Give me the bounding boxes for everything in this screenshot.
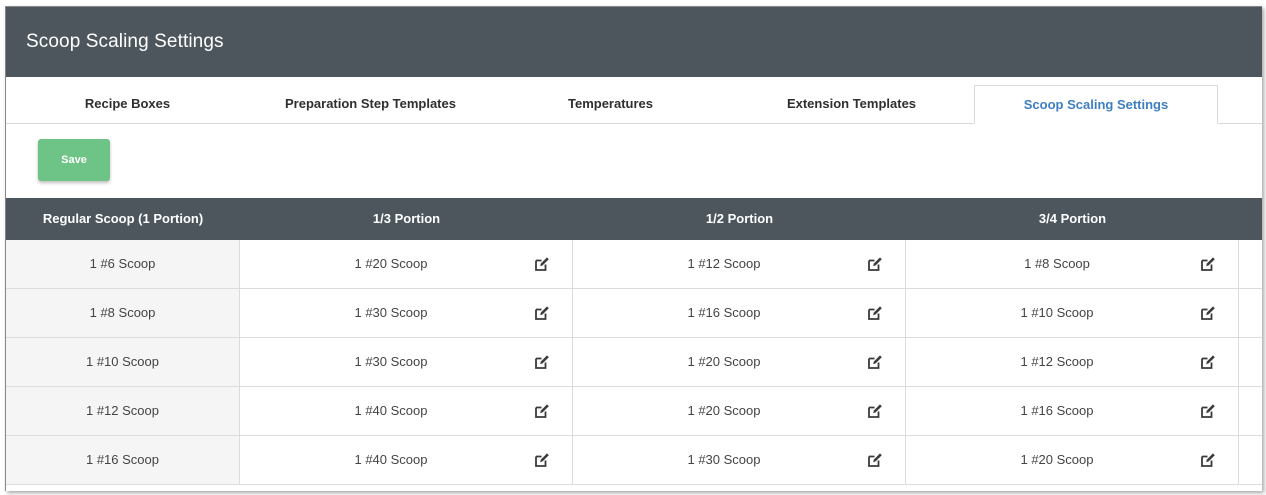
table-row: 1 #10 Scoop 1 #30 Scoop 1 #20 Scoop 1 #12 S… [6,338,1262,387]
cell-value: 1 #40 Scoop [354,403,428,418]
cell-value: 1 #8 Scoop [1024,256,1090,271]
cell-value: 1 #20 Scoop [1020,452,1094,467]
cell-value: 1 #8 Scoop [89,305,156,320]
cell-value: 1 #20 Scoop [687,403,761,418]
save-button[interactable]: Save [38,139,110,181]
edit-icon[interactable] [534,403,550,419]
cell-value: 1 #12 Scoop [687,256,761,271]
cell-value: 1 #20 Scoop [687,354,761,369]
edit-icon[interactable] [867,305,883,321]
page-header: Scoop Scaling Settings [6,7,1262,77]
portion-cell: 1 #40 Scoop [240,387,573,435]
edit-icon[interactable] [1200,403,1216,419]
regular-scoop-cell: 1 #6 Scoop [6,240,240,288]
tab-extension-templates[interactable]: Extension Templates [729,85,974,123]
edit-icon[interactable] [867,354,883,370]
regular-scoop-cell: 1 #8 Scoop [6,289,240,337]
table-body: 1 #6 Scoop 1 #20 Scoop 1 #12 Scoop 1 #8 Sco… [6,240,1262,485]
edit-icon[interactable] [1200,354,1216,370]
edit-icon[interactable] [867,256,883,272]
regular-scoop-cell: 1 #16 Scoop [6,436,240,484]
edit-icon[interactable] [867,452,883,468]
edit-icon[interactable] [1200,452,1216,468]
column-header: Regular Scoop (1 Portion) [42,211,204,226]
regular-scoop-cell: 1 #10 Scoop [6,338,240,386]
cell-value: 1 #16 Scoop [1020,403,1094,418]
portion-cell: 1 #10 Scoop [906,289,1239,337]
portion-cell: 1 #30 Scoop [240,289,573,337]
portion-cell: 1 #20 Scoop [906,436,1239,484]
tab-preparation-step-templates[interactable]: Preparation Step Templates [249,85,492,123]
edit-icon[interactable] [534,354,550,370]
portion-cell: 1 #30 Scoop [573,436,906,484]
portion-cell: 1 #20 Scoop [573,338,906,386]
tab-bar: Recipe Boxes Preparation Step Templates … [6,77,1262,124]
portion-cell: 1 #20 Scoop [573,387,906,435]
portion-cell: 1 #30 Scoop [240,338,573,386]
table-row: 1 #8 Scoop 1 #30 Scoop 1 #16 Scoop 1 #10 Sc… [6,289,1262,338]
edit-icon[interactable] [534,305,550,321]
tab-temperatures[interactable]: Temperatures [492,85,729,123]
cell-value: 1 #10 Scoop [1020,305,1094,320]
portion-cell: 1 #8 Scoop [906,240,1239,288]
table-header: Regular Scoop (1 Portion) 1/3 Portion 1/… [6,198,1262,240]
portion-cell: 1 #12 Scoop [573,240,906,288]
cell-value: 1 #12 Scoop [85,403,159,418]
cell-value: 1 #12 Scoop [1020,354,1094,369]
tab-scoop-scaling-settings[interactable]: Scoop Scaling Settings [974,85,1218,124]
edit-icon[interactable] [534,452,550,468]
app-window: Scoop Scaling Settings Recipe Boxes Prep… [5,6,1262,491]
cell-value: 1 #30 Scoop [354,305,428,320]
cell-value: 1 #10 Scoop [85,354,159,369]
table-row: 1 #16 Scoop 1 #40 Scoop 1 #30 Scoop 1 #20 S… [6,436,1262,485]
edit-icon[interactable] [534,256,550,272]
column-header: 1/3 Portion [372,211,441,226]
cell-value: 1 #16 Scoop [85,452,159,467]
cell-value: 1 #16 Scoop [687,305,761,320]
cell-value: 1 #6 Scoop [89,256,156,271]
scoop-scaling-table: Regular Scoop (1 Portion) 1/3 Portion 1/… [6,198,1262,485]
table-row: 1 #6 Scoop 1 #20 Scoop 1 #12 Scoop 1 #8 Sco… [6,240,1262,289]
column-header: 1/2 Portion [705,211,774,226]
cell-value: 1 #30 Scoop [354,354,428,369]
column-header: 3/4 Portion [1038,211,1107,226]
cell-value: 1 #20 Scoop [354,256,428,271]
table-row: 1 #12 Scoop 1 #40 Scoop 1 #20 Scoop 1 #16 S… [6,387,1262,436]
portion-cell: 1 #20 Scoop [240,240,573,288]
regular-scoop-cell: 1 #12 Scoop [6,387,240,435]
edit-icon[interactable] [1200,305,1216,321]
portion-cell: 1 #40 Scoop [240,436,573,484]
page-title: Scoop Scaling Settings [26,31,224,52]
edit-icon[interactable] [867,403,883,419]
cell-value: 1 #30 Scoop [687,452,761,467]
portion-cell: 1 #16 Scoop [573,289,906,337]
cell-value: 1 #40 Scoop [354,452,428,467]
portion-cell: 1 #12 Scoop [906,338,1239,386]
tab-recipe-boxes[interactable]: Recipe Boxes [6,85,249,123]
portion-cell: 1 #16 Scoop [906,387,1239,435]
edit-icon[interactable] [1200,256,1216,272]
